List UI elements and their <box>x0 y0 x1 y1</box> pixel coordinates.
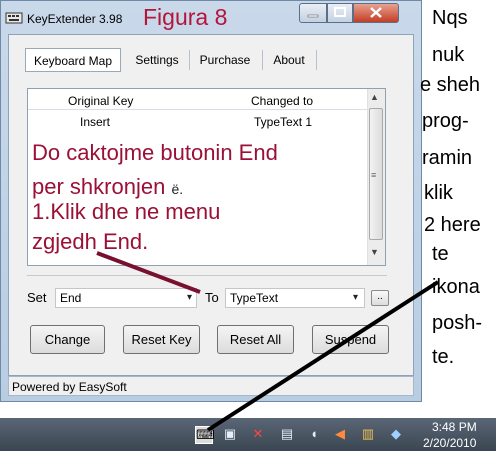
dropdown-arrow-line <box>96 251 201 294</box>
tray-arrow-line <box>206 280 440 432</box>
annotation-arrows <box>96 251 440 432</box>
